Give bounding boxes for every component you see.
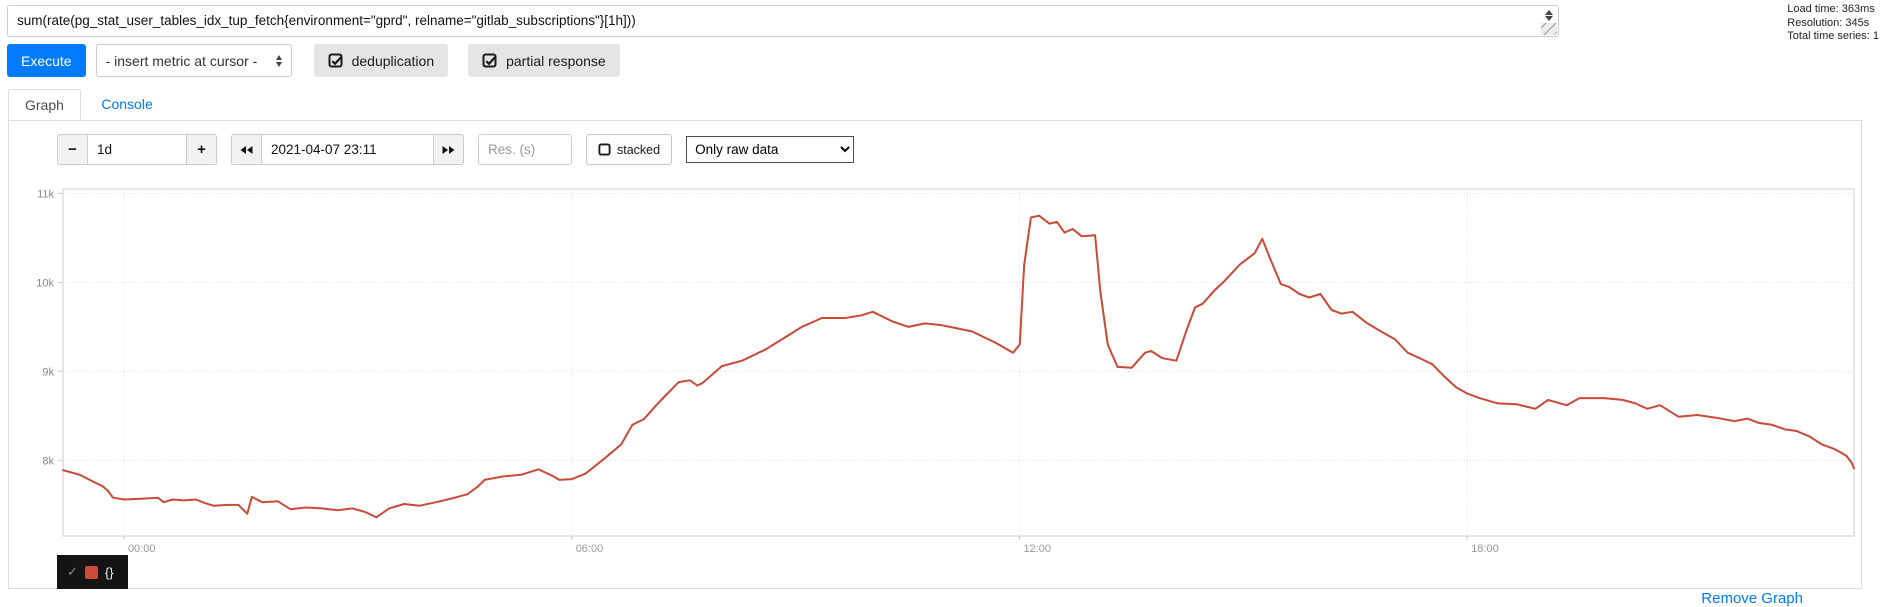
range-increase-button[interactable]: + bbox=[186, 134, 217, 165]
graph-canvas[interactable]: 8k 9k 10k 11k 00:00 06:00 12:00 18:00 bbox=[9, 183, 1861, 561]
x-tick-label: 00:00 bbox=[128, 543, 156, 555]
query-stats: Load time: 363ms Resolution: 345s Total … bbox=[1787, 3, 1879, 44]
deduplication-button[interactable]: deduplication bbox=[313, 44, 449, 77]
insert-metric-select[interactable]: - insert metric at cursor - bbox=[95, 44, 292, 77]
y-tick-label: 11k bbox=[37, 188, 54, 200]
execute-button[interactable]: Execute bbox=[7, 44, 86, 77]
line-chart[interactable]: 8k 9k 10k 11k 00:00 06:00 12:00 18:00 bbox=[9, 183, 1861, 561]
load-time: Load time: 363ms bbox=[1787, 3, 1875, 15]
rewind-button[interactable] bbox=[231, 134, 262, 165]
range-decrease-button[interactable]: − bbox=[57, 134, 88, 165]
tab-console[interactable]: Console bbox=[85, 89, 168, 118]
raw-data-select[interactable]: Only raw data bbox=[686, 136, 855, 163]
square-unchecked-icon bbox=[598, 143, 611, 156]
total-time-series: Total time series: 1 bbox=[1787, 30, 1879, 42]
datetime-input[interactable] bbox=[261, 134, 434, 165]
time-input-group bbox=[231, 134, 464, 165]
fast-forward-button[interactable] bbox=[433, 134, 464, 165]
fast-forward-icon bbox=[442, 145, 455, 154]
spinner-control[interactable] bbox=[1541, 7, 1557, 23]
remove-graph-link[interactable]: Remove Graph bbox=[1701, 590, 1803, 607]
stacked-label: stacked bbox=[617, 142, 661, 157]
insert-metric-label: - insert metric at cursor - bbox=[105, 52, 258, 69]
x-tick-label: 06:00 bbox=[576, 543, 604, 555]
resolution-input[interactable] bbox=[478, 134, 572, 165]
legend-item[interactable]: ✓ {} bbox=[57, 555, 128, 589]
partial-response-label: partial response bbox=[506, 52, 606, 69]
y-tick-label: 10k bbox=[36, 277, 54, 289]
rewind-icon bbox=[240, 145, 253, 154]
query-input[interactable]: sum(rate(pg_stat_user_tables_idx_tup_fet… bbox=[7, 5, 1559, 37]
plot-border bbox=[62, 188, 1855, 537]
x-tick-label: 18:00 bbox=[1471, 543, 1499, 555]
legend-check-icon: ✓ bbox=[67, 564, 78, 579]
query-bar: sum(rate(pg_stat_user_tables_idx_tup_fet… bbox=[7, 5, 1559, 37]
check-square-icon bbox=[482, 53, 497, 67]
x-tick-label: 12:00 bbox=[1023, 543, 1051, 555]
series-color-swatch bbox=[84, 565, 98, 579]
spinner-down-icon[interactable] bbox=[1545, 15, 1553, 21]
tab-bar: Graph Console bbox=[8, 88, 1862, 121]
partial-response-button[interactable]: partial response bbox=[468, 44, 620, 77]
spinner-up-icon[interactable] bbox=[1545, 9, 1553, 15]
tab-graph[interactable]: Graph bbox=[8, 89, 81, 120]
execute-toolbar: Execute - insert metric at cursor - dedu… bbox=[7, 44, 620, 77]
resolution: Resolution: 345s bbox=[1787, 16, 1870, 29]
range-input-group: − + bbox=[57, 134, 217, 165]
deduplication-label: deduplication bbox=[351, 52, 435, 69]
range-input[interactable] bbox=[87, 134, 187, 165]
graph-panel: − + bbox=[8, 121, 1862, 589]
select-updown-icon bbox=[275, 54, 282, 67]
graph-section: Graph Console − + bbox=[8, 88, 1862, 589]
y-tick-label: 9k bbox=[42, 366, 54, 378]
resize-grip-icon[interactable] bbox=[1541, 23, 1557, 35]
y-tick-label: 8k bbox=[42, 455, 54, 467]
stacked-toggle-button[interactable]: stacked bbox=[586, 134, 673, 165]
check-square-icon bbox=[328, 53, 343, 67]
graph-controls: − + bbox=[57, 134, 855, 165]
series-line bbox=[62, 214, 1855, 519]
graph-legend: ✓ {} bbox=[57, 555, 128, 589]
series-label: {} bbox=[104, 564, 114, 580]
